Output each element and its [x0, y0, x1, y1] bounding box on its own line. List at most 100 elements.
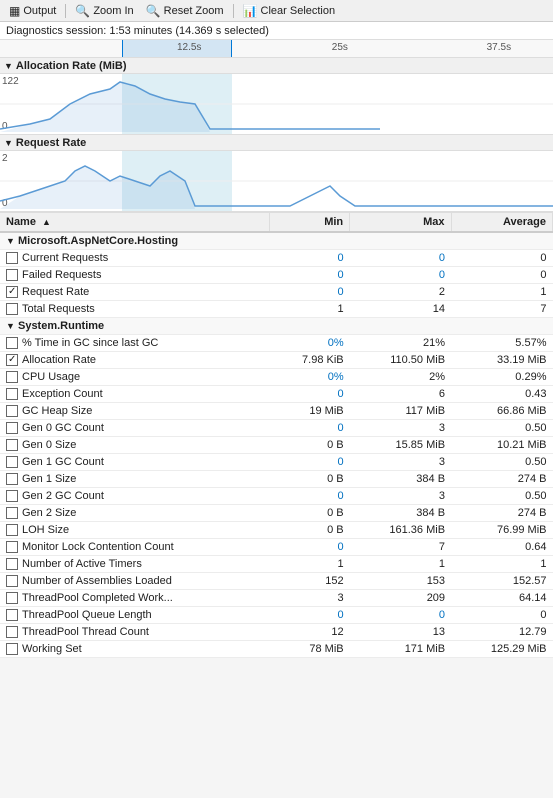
clear-selection-button[interactable]: 📊 Clear Selection — [238, 3, 341, 19]
row-min: 0 — [269, 454, 349, 471]
row-checkbox[interactable] — [6, 626, 18, 638]
row-avg: 0.43 — [451, 386, 552, 403]
row-checkbox[interactable] — [6, 558, 18, 570]
row-checkbox[interactable] — [6, 524, 18, 536]
row-checkbox[interactable] — [6, 286, 18, 298]
row-name-cell: LOH Size — [0, 522, 269, 539]
row-max: 21% — [350, 335, 451, 352]
reset-zoom-button[interactable]: 🔍 Reset Zoom — [141, 3, 229, 19]
row-checkbox[interactable] — [6, 354, 18, 366]
row-name-cell: Failed Requests — [0, 267, 269, 284]
row-checkbox[interactable] — [6, 371, 18, 383]
checkbox-cell: Exception Count — [6, 388, 263, 400]
collapse-request-icon[interactable]: ▼ — [4, 138, 13, 148]
row-label: Gen 2 GC Count — [22, 490, 104, 502]
row-checkbox[interactable] — [6, 592, 18, 604]
ruler-mark-2: 25s — [332, 42, 348, 53]
checkbox-cell: % Time in GC since last GC — [6, 337, 263, 349]
checkbox-cell: Current Requests — [6, 252, 263, 264]
group-name[interactable]: ▼ System.Runtime — [0, 318, 553, 335]
row-max: 2% — [350, 369, 451, 386]
checkbox-cell: Allocation Rate — [6, 354, 263, 366]
group-collapse-icon[interactable]: ▼ — [6, 321, 15, 331]
col-min: Min — [269, 213, 349, 232]
row-max: 6 — [350, 386, 451, 403]
allocation-rate-area[interactable]: 122 0 — [0, 74, 553, 134]
row-min: 7.98 KiB — [269, 352, 349, 369]
table-row: Gen 1 Size 0 B 384 B 274 B — [0, 471, 553, 488]
row-checkbox[interactable] — [6, 456, 18, 468]
row-label: Gen 1 Size — [22, 473, 76, 485]
row-label: GC Heap Size — [22, 405, 92, 417]
checkbox-cell: Total Requests — [6, 303, 263, 315]
row-label: Current Requests — [22, 252, 108, 264]
row-min: 78 MiB — [269, 641, 349, 658]
output-button[interactable]: ▦ Output — [4, 3, 61, 19]
session-bar: Diagnostics session: 1:53 minutes (14.36… — [0, 22, 553, 40]
row-name-cell: Exception Count — [0, 386, 269, 403]
row-name-cell: Number of Active Timers — [0, 556, 269, 573]
row-name-cell: Gen 2 Size — [0, 505, 269, 522]
group-collapse-icon[interactable]: ▼ — [6, 236, 15, 246]
row-min: 0 — [269, 386, 349, 403]
table-row: ThreadPool Queue Length 0 0 0 — [0, 607, 553, 624]
row-checkbox[interactable] — [6, 541, 18, 553]
row-max: 0 — [350, 607, 451, 624]
zoom-in-button[interactable]: 🔍 Zoom In — [70, 3, 138, 19]
row-name-cell: Allocation Rate — [0, 352, 269, 369]
row-min: 3 — [269, 590, 349, 607]
row-label: Request Rate — [22, 286, 89, 298]
allocation-rate-label: Allocation Rate (MiB) — [16, 60, 127, 72]
checkbox-cell: GC Heap Size — [6, 405, 263, 417]
row-checkbox[interactable] — [6, 609, 18, 621]
row-checkbox[interactable] — [6, 490, 18, 502]
row-max: 15.85 MiB — [350, 437, 451, 454]
row-checkbox[interactable] — [6, 473, 18, 485]
row-avg: 0.64 — [451, 539, 552, 556]
col-average: Average — [451, 213, 552, 232]
row-checkbox[interactable] — [6, 388, 18, 400]
row-avg: 33.19 MiB — [451, 352, 552, 369]
row-name-cell: Gen 0 Size — [0, 437, 269, 454]
table-row: Number of Active Timers 1 1 1 — [0, 556, 553, 573]
group-name[interactable]: ▼ Microsoft.AspNetCore.Hosting — [0, 232, 553, 250]
allocation-chart-svg — [0, 74, 553, 134]
checkbox-cell: Gen 2 Size — [6, 507, 263, 519]
row-checkbox[interactable] — [6, 507, 18, 519]
reset-zoom-label: Reset Zoom — [164, 5, 224, 17]
zoom-in-label: Zoom In — [93, 5, 133, 17]
row-checkbox[interactable] — [6, 405, 18, 417]
row-checkbox[interactable] — [6, 643, 18, 655]
row-checkbox[interactable] — [6, 337, 18, 349]
checkbox-cell: Gen 1 Size — [6, 473, 263, 485]
row-checkbox[interactable] — [6, 439, 18, 451]
row-label: Gen 0 Size — [22, 439, 76, 451]
row-label: % Time in GC since last GC — [22, 337, 158, 349]
row-checkbox[interactable] — [6, 269, 18, 281]
row-label: Exception Count — [22, 388, 103, 400]
checkbox-cell: ThreadPool Queue Length — [6, 609, 263, 621]
request-rate-title: ▼ Request Rate — [0, 135, 553, 151]
col-name[interactable]: Name ▲ — [0, 213, 269, 232]
row-checkbox[interactable] — [6, 252, 18, 264]
checkbox-cell: Working Set — [6, 643, 263, 655]
row-max: 13 — [350, 624, 451, 641]
row-checkbox[interactable] — [6, 422, 18, 434]
row-name-cell: Gen 2 GC Count — [0, 488, 269, 505]
col-max: Max — [350, 213, 451, 232]
group-label: Microsoft.AspNetCore.Hosting — [18, 235, 178, 247]
row-min: 152 — [269, 573, 349, 590]
row-avg: 1 — [451, 284, 552, 301]
row-min: 0 B — [269, 437, 349, 454]
timeline-ruler[interactable]: 12.5s 25s 37.5s — [0, 40, 553, 58]
row-checkbox[interactable] — [6, 575, 18, 587]
request-rate-area[interactable]: 2 0 — [0, 151, 553, 211]
table-row: Total Requests 1 14 7 — [0, 301, 553, 318]
collapse-allocation-icon[interactable]: ▼ — [4, 61, 13, 71]
row-name-cell: ThreadPool Thread Count — [0, 624, 269, 641]
row-avg: 0.29% — [451, 369, 552, 386]
row-checkbox[interactable] — [6, 303, 18, 315]
checkbox-cell: ThreadPool Completed Work... — [6, 592, 263, 604]
row-min: 0% — [269, 369, 349, 386]
row-min: 19 MiB — [269, 403, 349, 420]
